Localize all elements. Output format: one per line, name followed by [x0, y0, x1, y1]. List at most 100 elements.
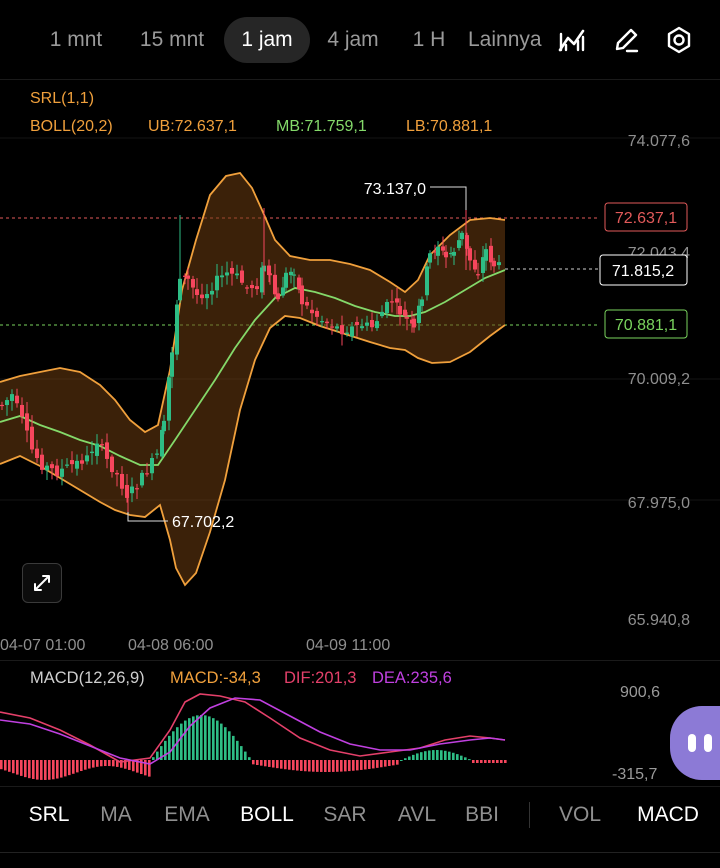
macd-bar: [8, 760, 11, 772]
ub-price-tag-label: 72.637,1: [615, 210, 677, 227]
indicator-vol[interactable]: VOL: [548, 790, 612, 840]
macd-bar: [256, 760, 259, 766]
indicator-macd[interactable]: MACD: [626, 790, 710, 840]
macd-dea-value: DEA:235,6: [372, 669, 452, 687]
candle: [276, 293, 280, 300]
candle: [457, 240, 461, 248]
macd-bar: [232, 735, 235, 760]
macd-bar: [164, 740, 167, 760]
macd-bar: [360, 760, 363, 770]
macd-chart[interactable]: [0, 690, 610, 780]
fullscreen-button[interactable]: [22, 563, 62, 603]
macd-bar: [100, 760, 103, 767]
chart-type-icon[interactable]: [556, 24, 588, 56]
macd-bar: [20, 760, 23, 776]
macd-bar: [436, 750, 439, 760]
candle: [380, 311, 384, 317]
macd-bar: [408, 756, 411, 760]
tab-15-mnt[interactable]: 15 mnt: [124, 17, 220, 63]
assistant-eye-icon: [688, 734, 696, 752]
candle: [350, 326, 354, 337]
candle: [441, 246, 445, 251]
candle: [460, 232, 464, 240]
candle: [30, 426, 34, 450]
tab-1-jam[interactable]: 1 jam: [224, 17, 310, 63]
candle: [497, 262, 501, 266]
draw-pen-icon[interactable]: [610, 24, 642, 56]
macd-bar: [456, 754, 459, 760]
price-chart[interactable]: 74.077,672.043,470.009,267.975,065.940,8…: [0, 80, 720, 660]
macd-bar: [464, 757, 467, 760]
macd-bar: [208, 716, 211, 760]
candle: [95, 443, 99, 456]
macd-bar: [64, 760, 67, 777]
indicator-bar: SRL MA EMA BOLL SAR AVL BBI VOL MACD: [0, 790, 720, 840]
macd-bar: [432, 750, 435, 760]
candle: [425, 266, 429, 296]
candle: [245, 287, 249, 289]
price-tick-label: 70.009,2: [628, 371, 690, 388]
macd-bar: [112, 760, 115, 767]
macd-bar: [288, 760, 291, 770]
candle: [25, 413, 29, 431]
candle: [385, 301, 389, 314]
macd-bar: [308, 760, 311, 772]
candle: [468, 248, 472, 261]
macd-bar: [24, 760, 27, 778]
candle: [240, 270, 244, 283]
macd-bar: [484, 760, 487, 763]
candle: [417, 305, 421, 324]
boll-legend: BOLL(20,2): [30, 118, 113, 135]
indicator-boll[interactable]: BOLL: [232, 790, 302, 840]
macd-bar: [108, 760, 111, 767]
candle: [395, 298, 399, 303]
settings-gear-icon[interactable]: [663, 24, 695, 56]
indicator-sar[interactable]: SAR: [314, 790, 376, 840]
macd-bar: [212, 718, 215, 760]
macd-bar: [332, 760, 335, 772]
candle: [403, 309, 407, 316]
candle: [365, 322, 369, 326]
tab-4-jam[interactable]: 4 jam: [312, 17, 394, 63]
macd-bar: [468, 759, 471, 761]
indicator-bbi[interactable]: BBI: [456, 790, 508, 840]
indicator-ma[interactable]: MA: [88, 790, 144, 840]
candle: [489, 245, 493, 263]
macd-bar: [448, 751, 451, 760]
low-price-label: 67.702,2: [172, 514, 234, 531]
tab-1-h[interactable]: 1 H: [398, 17, 460, 63]
indicator-ema[interactable]: EMA: [154, 790, 220, 840]
candle: [484, 249, 488, 261]
time-tick-label: 04-08 06:00: [128, 637, 214, 654]
candle: [220, 275, 224, 278]
candle: [200, 294, 204, 299]
macd-bar: [196, 715, 199, 760]
tab-lainnya[interactable]: Lainnya: [468, 17, 552, 63]
macd-bar: [460, 755, 463, 760]
candle: [281, 287, 285, 296]
macd-bar: [204, 715, 207, 760]
macd-histogram: [0, 715, 507, 780]
macd-axis-min: -315,7: [612, 766, 658, 783]
candle: [355, 321, 359, 326]
indicator-divider: [0, 786, 720, 787]
indicator-srl[interactable]: SRL: [18, 790, 80, 840]
candle: [225, 272, 229, 276]
macd-bar: [488, 760, 491, 763]
candle: [210, 290, 214, 295]
macd-axis-max: 900,6: [620, 684, 661, 701]
indicator-avl[interactable]: AVL: [386, 790, 448, 840]
candle: [85, 455, 89, 462]
high-price-label: 73.137,0: [364, 181, 426, 198]
tab-1-mnt[interactable]: 1 mnt: [28, 17, 124, 63]
price-tick-label: 65.940,8: [628, 612, 690, 629]
macd-bar: [260, 760, 263, 766]
candle: [80, 460, 84, 464]
macd-bar: [420, 752, 423, 760]
macd-bar: [88, 760, 91, 769]
macd-bar: [364, 760, 367, 770]
macd-divider: [0, 660, 720, 661]
macd-bar: [84, 760, 87, 770]
macd-bar: [28, 760, 31, 779]
assistant-bubble[interactable]: [670, 706, 720, 780]
